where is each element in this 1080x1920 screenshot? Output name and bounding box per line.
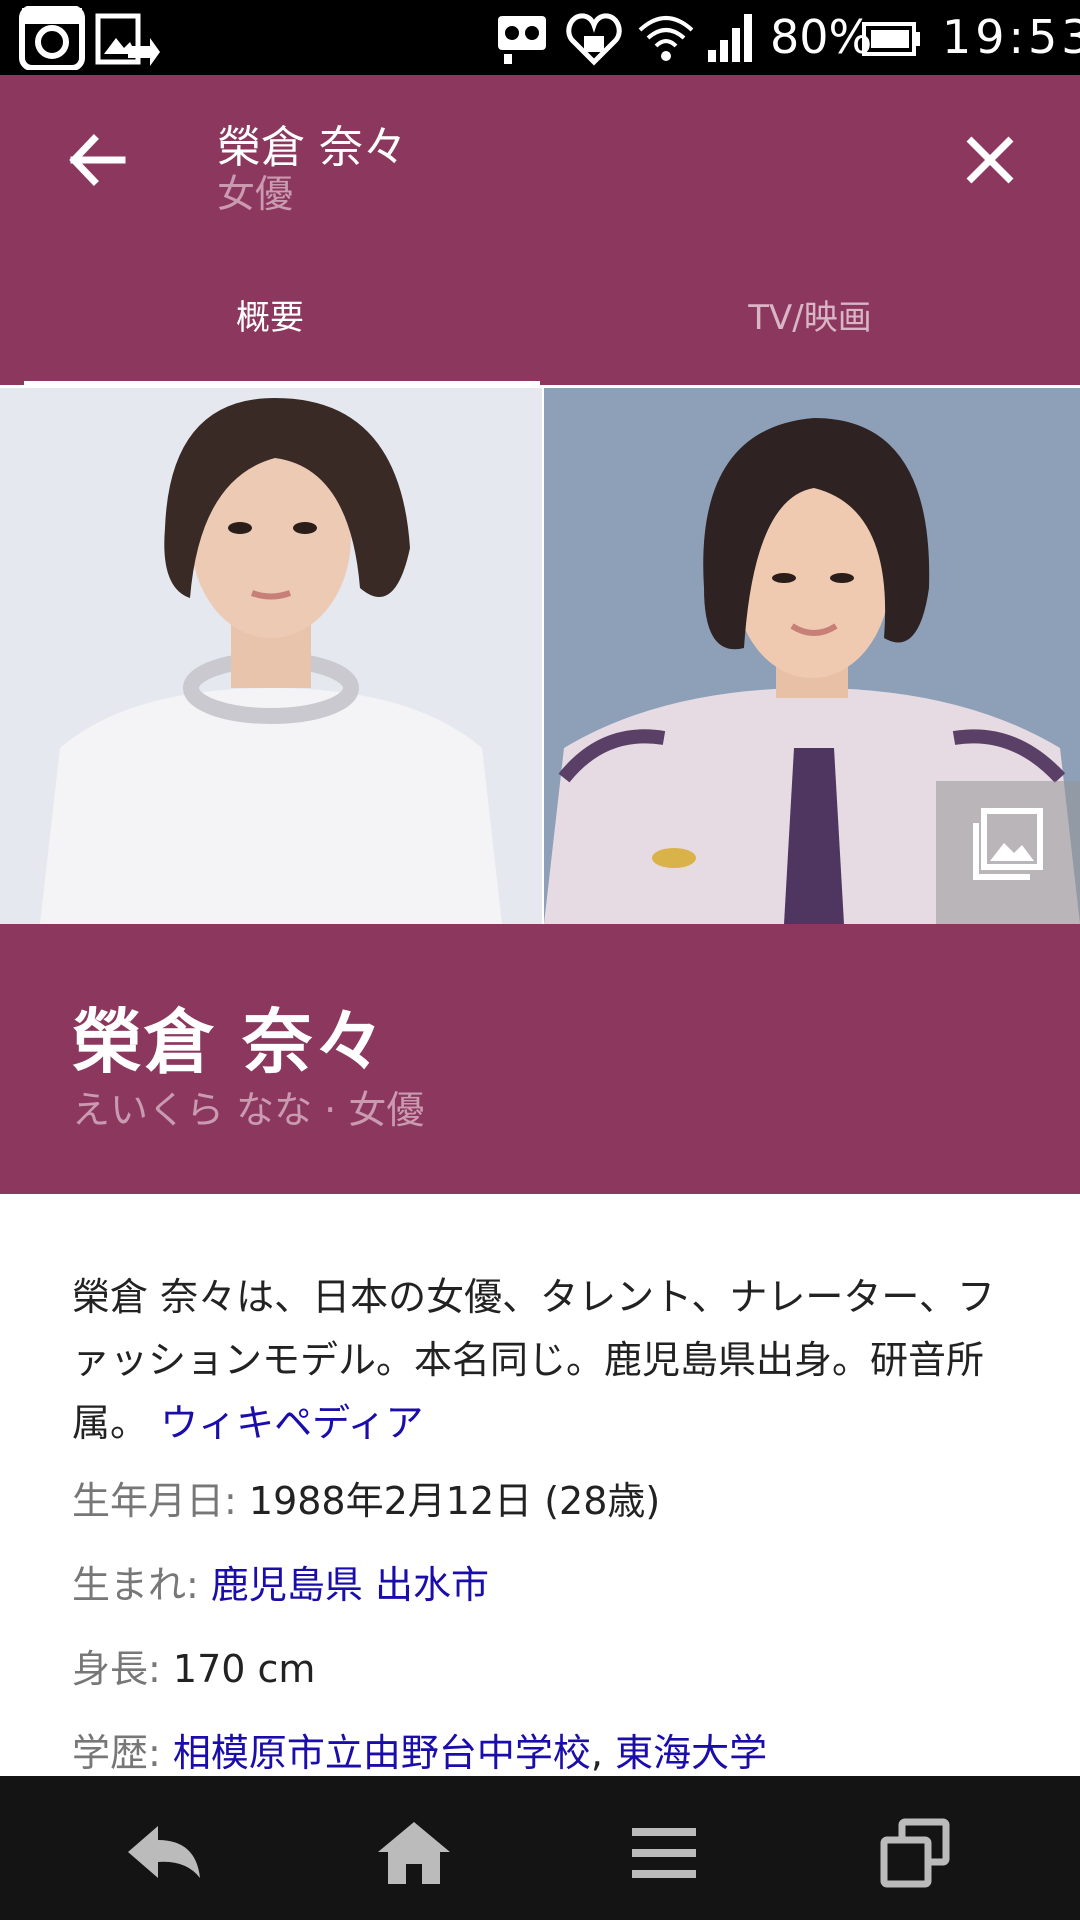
bottom-nav-bar — [0, 1776, 1080, 1920]
recent-apps-icon[interactable] — [876, 1818, 956, 1888]
home-icon[interactable] — [374, 1818, 454, 1888]
status-bar: 80% 19:53 — [0, 0, 1080, 75]
tab-indicator — [24, 381, 540, 387]
fact-birthdate: 生年月日: 1988年2月12日 (28歳) — [72, 1470, 660, 1525]
knowledge-content: 榮倉 奈々は、日本の女優、タレント、ナレーター、ファッションモデル。本名同じ。鹿… — [0, 1194, 1080, 1776]
link-school-1[interactable]: 相模原市立由野台中学校 — [173, 1731, 591, 1775]
description: 榮倉 奈々は、日本の女優、タレント、ナレーター、ファッションモデル。本名同じ。鹿… — [72, 1266, 1012, 1455]
fact-label: 生年月日: — [72, 1479, 237, 1523]
link-school-2[interactable]: 東海大学 — [615, 1731, 767, 1775]
header-subtitle: 女優 — [217, 172, 294, 216]
wifi-icon — [638, 16, 694, 61]
fact-birthplace: 生まれ: 鹿児島県 出水市 — [72, 1554, 489, 1609]
entity-reading: えいくら なな · 女優 — [72, 1088, 425, 1132]
entity-hero: 榮倉 奈々 えいくら なな · 女優 — [0, 924, 1080, 1194]
gallery-share-icon — [95, 13, 160, 66]
fact-value: 170 cm — [172, 1647, 316, 1691]
tab-tv-movies[interactable]: TV/映画 — [540, 290, 1080, 339]
heart-monitor-icon — [566, 13, 622, 66]
link-city[interactable]: 出水市 — [375, 1563, 489, 1607]
menu-icon[interactable] — [624, 1818, 704, 1888]
app-header: 榮倉 奈々 女優 概要 TV/映画 — [0, 75, 1080, 387]
photo-portrait-1[interactable] — [0, 388, 542, 924]
fact-education: 学歴: 相模原市立由野台中学校, 東海大学 — [72, 1722, 767, 1777]
notification-icon — [498, 16, 546, 64]
wikipedia-link[interactable]: ウィキペディア — [160, 1401, 423, 1445]
separator: , — [590, 1731, 604, 1775]
fact-height: 身長: 170 cm — [72, 1638, 315, 1693]
battery-icon — [862, 22, 920, 56]
battery-percent: 80% — [770, 10, 873, 64]
fact-value: 1988年2月12日 (28歳) — [248, 1479, 661, 1523]
clock: 19:53 — [942, 10, 1080, 64]
link-prefecture[interactable]: 鹿児島県 — [211, 1563, 363, 1607]
back-arrow-icon[interactable] — [62, 125, 132, 195]
photo-gallery-button[interactable] — [936, 781, 1080, 924]
photo-library-icon — [973, 808, 1043, 880]
signal-icon — [708, 14, 752, 62]
fact-label: 生まれ: — [72, 1563, 199, 1607]
photo-strip — [0, 388, 1080, 924]
entity-name: 榮倉 奈々 — [72, 1001, 387, 1083]
fact-label: 身長: — [72, 1647, 161, 1691]
reply-back-icon[interactable] — [124, 1818, 204, 1888]
tab-overview[interactable]: 概要 — [0, 290, 540, 339]
instagram-icon — [19, 6, 85, 70]
close-icon[interactable] — [955, 125, 1025, 195]
fact-label: 学歴: — [72, 1731, 161, 1775]
